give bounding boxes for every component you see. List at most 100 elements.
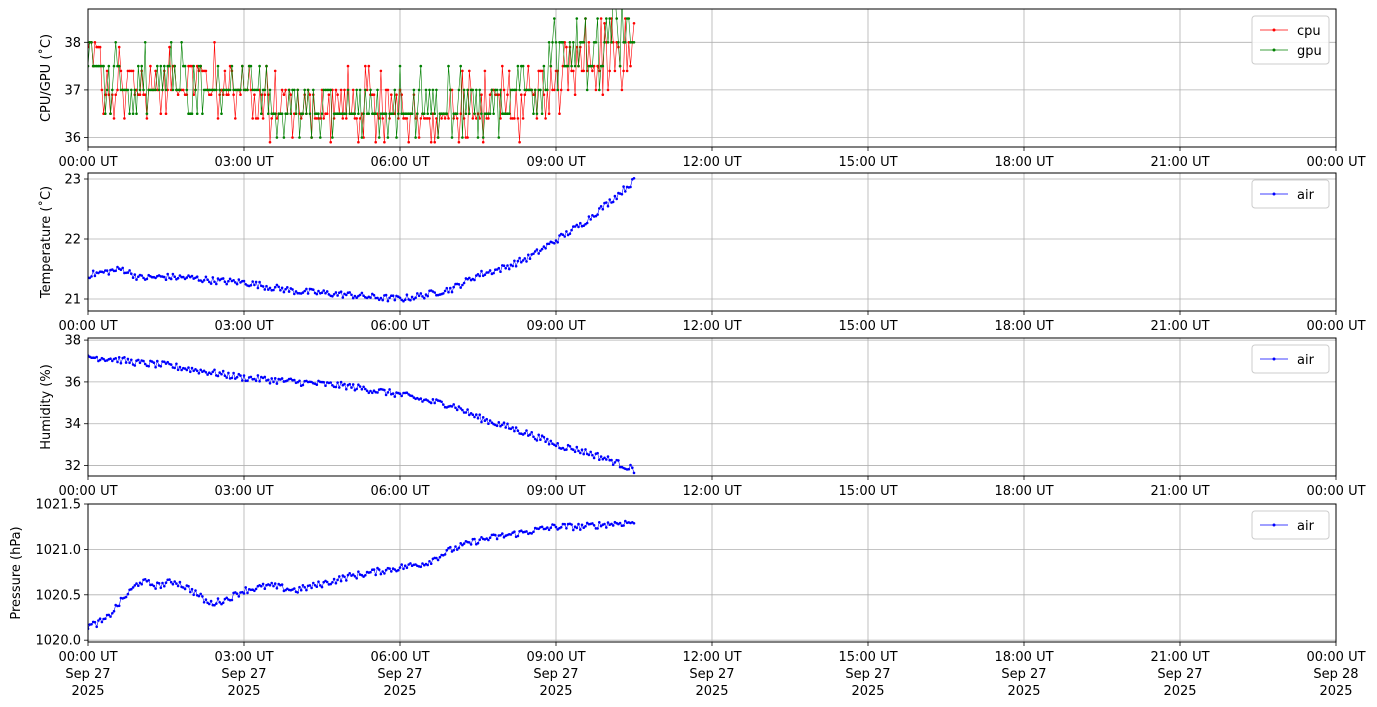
- data-point: [410, 295, 414, 299]
- data-point: [137, 584, 140, 587]
- data-point: [327, 93, 331, 96]
- legend-marker: [1272, 192, 1276, 196]
- data-point: [209, 599, 213, 603]
- data-point: [275, 283, 279, 287]
- data-point: [173, 580, 176, 583]
- data-point: [587, 215, 591, 218]
- data-point: [104, 617, 107, 620]
- data-point: [242, 279, 246, 283]
- data-point: [449, 286, 452, 290]
- data-point: [436, 558, 440, 562]
- data-point: [613, 69, 617, 73]
- data-point: [350, 293, 353, 297]
- data-point: [592, 524, 596, 527]
- data-point: [450, 290, 454, 294]
- data-point: [476, 417, 480, 420]
- data-point: [533, 88, 537, 92]
- data-point: [426, 563, 430, 567]
- data-point: [603, 22, 606, 25]
- data-point: [178, 88, 182, 92]
- data-point: [175, 362, 178, 366]
- data-point: [610, 458, 613, 462]
- x-tick-label: 09:00 UT: [526, 650, 585, 665]
- data-point: [190, 366, 194, 370]
- data-point: [386, 136, 390, 139]
- data-point: [310, 586, 313, 590]
- data-point: [631, 466, 634, 470]
- data-point: [632, 177, 636, 180]
- y-tick-label: 36: [64, 375, 81, 390]
- x-tick-label: 03:00 UT: [214, 650, 273, 665]
- data-point: [338, 575, 341, 578]
- data-point: [546, 437, 549, 441]
- x-tick-label: 06:00 UT: [370, 319, 429, 334]
- data-point: [216, 374, 220, 378]
- y-axis-label: Temperature (˚C): [38, 186, 54, 299]
- data-point: [384, 112, 388, 115]
- data-point: [176, 584, 180, 588]
- data-point: [608, 17, 611, 20]
- data-point: [216, 597, 220, 600]
- data-point: [563, 522, 566, 526]
- data-point: [280, 88, 284, 92]
- data-point: [605, 526, 608, 529]
- data-point: [197, 594, 201, 598]
- data-point: [632, 41, 636, 44]
- data-point: [592, 456, 596, 460]
- data-point: [140, 582, 143, 586]
- data-point: [539, 88, 542, 92]
- data-point: [358, 88, 362, 92]
- x-tick-date: Sep 27: [65, 667, 110, 682]
- data-point: [568, 445, 572, 448]
- data-point: [416, 292, 419, 295]
- data-point: [251, 280, 254, 283]
- data-point: [497, 93, 501, 96]
- data-point: [135, 278, 138, 281]
- data-point: [312, 288, 315, 292]
- data-point: [176, 276, 180, 280]
- data-point: [189, 370, 192, 374]
- data-point: [414, 136, 417, 139]
- data-point: [235, 375, 239, 379]
- data-point: [610, 41, 613, 44]
- data-point: [291, 288, 294, 291]
- data-point: [305, 287, 308, 291]
- data-point: [625, 69, 629, 73]
- data-point: [575, 223, 579, 227]
- data-point: [419, 64, 423, 68]
- data-point: [114, 93, 117, 96]
- data-point: [549, 439, 553, 443]
- data-point: [523, 432, 527, 435]
- data-point: [124, 595, 128, 599]
- data-point: [398, 296, 402, 300]
- data-point: [520, 93, 523, 96]
- data-point: [580, 448, 584, 452]
- data-point: [565, 527, 568, 530]
- data-point: [116, 360, 119, 364]
- data-point: [211, 276, 215, 279]
- data-point: [518, 140, 521, 144]
- data-point: [279, 288, 282, 292]
- data-point: [629, 463, 632, 467]
- y-tick-label: 23: [64, 173, 81, 188]
- data-point: [156, 64, 159, 68]
- data-point: [119, 69, 123, 73]
- data-point: [598, 207, 601, 210]
- data-point: [546, 526, 549, 529]
- data-point: [579, 221, 582, 225]
- data-point: [516, 534, 520, 538]
- data-point: [322, 117, 326, 120]
- x-tick-label: 18:00 UT: [994, 484, 1053, 499]
- data-point: [455, 112, 459, 115]
- data-point: [603, 41, 606, 44]
- data-point: [471, 117, 475, 120]
- data-point: [360, 136, 364, 139]
- data-point: [559, 526, 563, 529]
- data-point: [518, 256, 521, 260]
- data-point: [473, 278, 476, 282]
- data-point: [542, 435, 546, 439]
- x-tick-date: Sep 27: [1157, 667, 1202, 682]
- data-point: [466, 408, 469, 411]
- y-tick-label: 38: [64, 36, 81, 51]
- legend-marker: [1272, 357, 1276, 361]
